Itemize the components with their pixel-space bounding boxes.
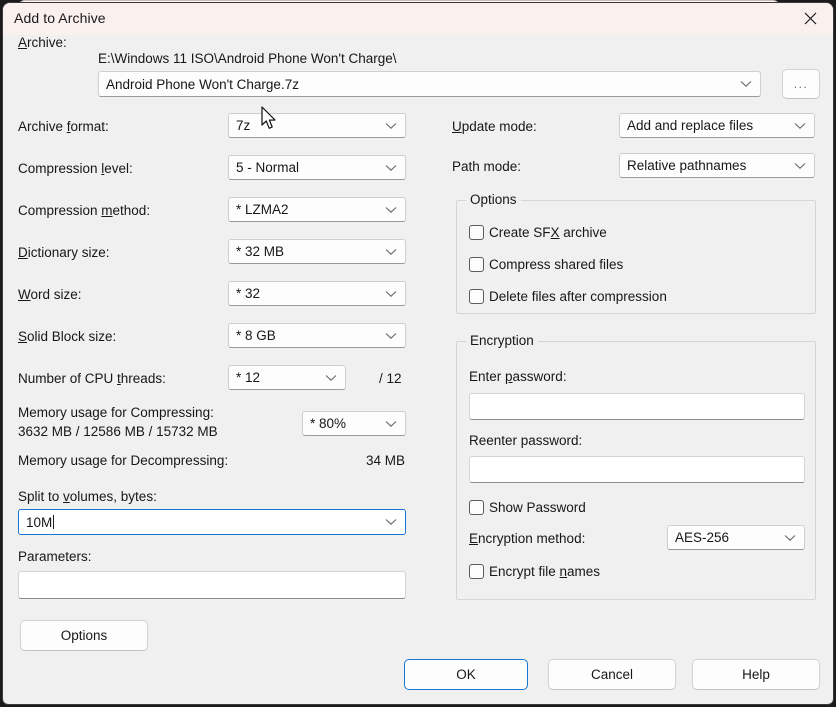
archive-format-label: Archive format: — [18, 119, 109, 134]
archive-label: Archive: — [18, 35, 67, 50]
dictionary-size-combobox[interactable]: * 32 MB — [228, 239, 406, 264]
checkbox-box — [469, 564, 484, 579]
options-button-label: Options — [61, 628, 108, 643]
cpu-threads-value: * 12 — [229, 370, 260, 385]
parameters-input[interactable] — [18, 571, 406, 599]
checkbox-show-password[interactable]: Show Password — [469, 500, 586, 515]
window-title: Add to Archive — [14, 10, 106, 26]
checkbox-label: Compress shared files — [489, 257, 623, 272]
chevron-down-icon — [385, 164, 397, 172]
memory-compressing-detail: 3632 MB / 12586 MB / 15732 MB — [18, 424, 218, 439]
cpu-threads-total: / 12 — [379, 371, 402, 386]
archive-format-combobox[interactable]: 7z — [228, 113, 406, 138]
chevron-down-icon — [385, 122, 397, 130]
encryption-method-label: Encryption method: — [469, 531, 585, 546]
memory-compressing-label: Memory usage for Compressing: — [18, 405, 214, 420]
checkbox-label: Encrypt file names — [489, 564, 600, 579]
chevron-down-icon — [784, 534, 796, 542]
enter-password-input[interactable] — [469, 393, 805, 420]
encryption-method-value: AES-256 — [668, 530, 729, 545]
dictionary-size-value: * 32 MB — [229, 244, 284, 259]
cpu-threads-label: Number of CPU threads: — [18, 371, 166, 386]
chevron-down-icon — [385, 332, 397, 340]
text-caret — [53, 515, 54, 529]
help-button-label: Help — [742, 667, 770, 682]
chevron-down-icon — [385, 248, 397, 256]
update-mode-combobox[interactable]: Add and replace files — [619, 113, 815, 138]
options-group-title: Options — [466, 192, 521, 207]
compression-method-label: Compression method: — [18, 203, 150, 218]
solid-block-size-label: Solid Block size: — [18, 329, 116, 344]
split-volumes-combobox[interactable]: 10M — [18, 509, 406, 535]
reenter-password-input[interactable] — [469, 456, 805, 483]
chevron-down-icon — [385, 420, 397, 428]
memory-usage-percent-value: * 80% — [303, 416, 346, 431]
word-size-combobox[interactable]: * 32 — [228, 281, 406, 306]
cpu-threads-combobox[interactable]: * 12 — [228, 365, 346, 390]
memory-decompressing-value: 34 MB — [366, 453, 405, 468]
checkbox-box — [469, 257, 484, 272]
checkbox-label: Create SFX archive — [489, 225, 607, 240]
options-button[interactable]: Options — [20, 620, 148, 651]
checkbox-create-sfx-archive[interactable]: Create SFX archive — [469, 225, 607, 240]
word-size-label: Word size: — [18, 287, 82, 302]
solid-block-size-combobox[interactable]: * 8 GB — [228, 323, 406, 348]
cancel-button[interactable]: Cancel — [548, 659, 676, 690]
ok-button[interactable]: OK — [404, 659, 528, 690]
title-bar: Add to Archive — [3, 3, 833, 35]
path-mode-value: Relative pathnames — [620, 158, 746, 173]
chevron-down-icon — [385, 290, 397, 298]
checkbox-compress-shared-files[interactable]: Compress shared files — [469, 257, 623, 272]
parameters-label: Parameters: — [18, 549, 92, 564]
browse-button[interactable]: ... — [782, 69, 820, 99]
checkbox-label: Show Password — [489, 500, 586, 515]
compression-level-combobox[interactable]: 5 - Normal — [228, 155, 406, 180]
chevron-down-icon — [794, 162, 806, 170]
chevron-down-icon — [325, 374, 337, 382]
checkbox-encrypt-file-names[interactable]: Encrypt file names — [469, 564, 600, 579]
memory-decompressing-label: Memory usage for Decompressing: — [18, 453, 228, 468]
enter-password-value — [470, 394, 804, 399]
checkbox-label: Delete files after compression — [489, 289, 667, 304]
checkbox-box — [469, 500, 484, 515]
path-mode-label: Path mode: — [452, 159, 521, 174]
close-icon[interactable] — [787, 3, 833, 34]
enter-password-label: Enter password: — [469, 369, 567, 384]
ok-button-label: OK — [456, 667, 476, 682]
add-to-archive-dialog: Add to Archive Archive: E:\Windows 11 IS… — [2, 2, 834, 705]
compression-level-label: Compression level: — [18, 161, 133, 176]
archive-name-value: Android Phone Won't Charge.7z — [99, 77, 299, 92]
archive-format-value: 7z — [229, 118, 250, 133]
cancel-button-label: Cancel — [591, 667, 633, 682]
reenter-password-value — [470, 457, 804, 462]
path-mode-combobox[interactable]: Relative pathnames — [619, 153, 815, 178]
solid-block-size-value: * 8 GB — [229, 328, 276, 343]
word-size-value: * 32 — [229, 286, 260, 301]
parameters-value — [19, 572, 405, 577]
split-volumes-value: 10M — [19, 515, 54, 530]
dictionary-size-label: Dictionary size: — [18, 245, 110, 260]
encryption-method-combobox[interactable]: AES-256 — [667, 525, 805, 550]
archive-path-text: E:\Windows 11 ISO\Android Phone Won't Ch… — [98, 51, 396, 66]
memory-usage-percent-combobox[interactable]: * 80% — [302, 411, 406, 436]
checkbox-box — [469, 289, 484, 304]
help-button[interactable]: Help — [692, 659, 820, 690]
compression-method-value: * LZMA2 — [229, 202, 289, 217]
ellipsis-icon: ... — [794, 80, 809, 88]
chevron-down-icon — [740, 80, 752, 88]
update-mode-value: Add and replace files — [620, 118, 753, 133]
chevron-down-icon — [385, 206, 397, 214]
checkbox-box — [469, 225, 484, 240]
split-volumes-label: Split to volumes, bytes: — [18, 489, 157, 504]
chevron-down-icon — [385, 518, 397, 526]
compression-method-combobox[interactable]: * LZMA2 — [228, 197, 406, 222]
update-mode-label: Update mode: — [452, 119, 537, 134]
reenter-password-label: Reenter password: — [469, 433, 582, 448]
compression-level-value: 5 - Normal — [229, 160, 299, 175]
archive-name-combobox[interactable]: Android Phone Won't Charge.7z — [98, 71, 761, 97]
checkbox-delete-files-after-compression[interactable]: Delete files after compression — [469, 289, 667, 304]
chevron-down-icon — [794, 122, 806, 130]
encryption-group-title: Encryption — [466, 333, 538, 348]
